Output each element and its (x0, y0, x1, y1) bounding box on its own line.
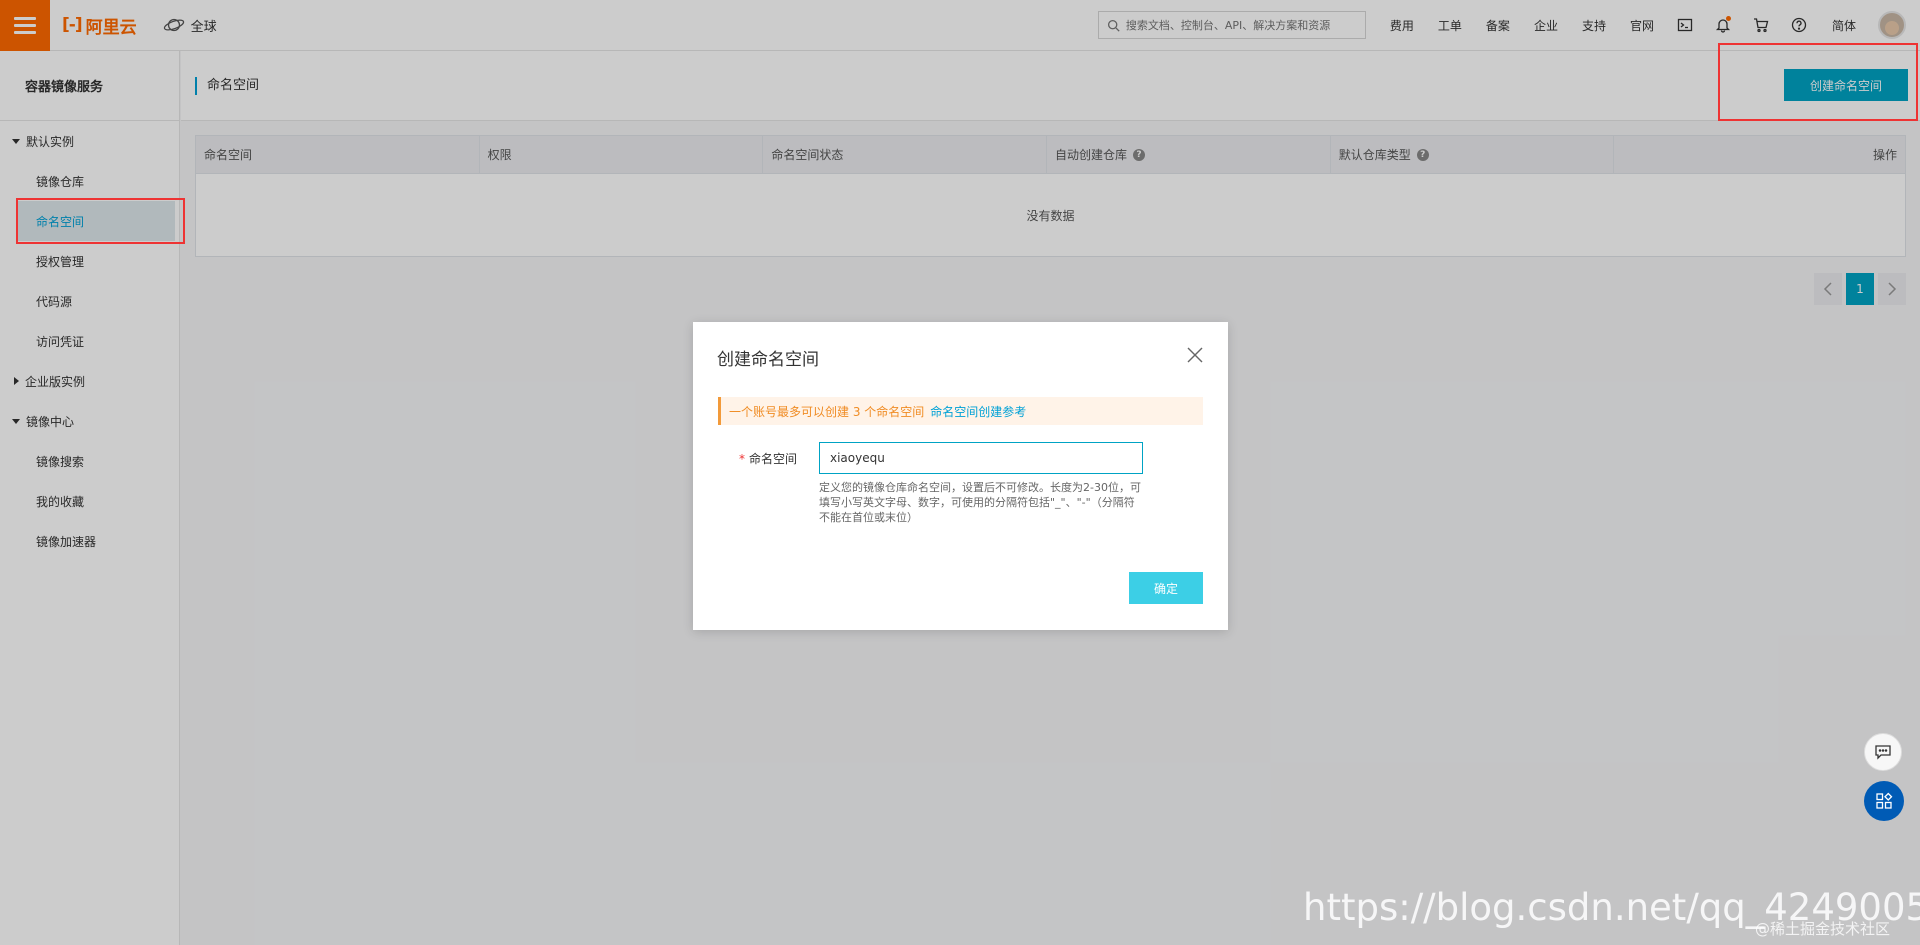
chat-icon (1875, 745, 1891, 760)
required-asterisk: * (739, 452, 745, 466)
highlight-box-create-button (1718, 43, 1918, 121)
dialog-title: 创建命名空间 (717, 350, 819, 370)
field-label-text: 命名空间 (749, 452, 798, 466)
create-namespace-dialog: 创建命名空间 一个账号最多可以创建 3 个命名空间 命名空间创建参考 * 命名空间… (693, 322, 1228, 630)
namespace-field-label: * 命名空间 (739, 450, 797, 467)
namespace-name-input[interactable] (819, 442, 1143, 474)
watermark-sub: @稀土掘金技术社区 (1755, 920, 1891, 938)
apps-float-button[interactable] (1864, 781, 1904, 821)
grid-apps-icon (1876, 792, 1893, 809)
namespace-limit-notice: 一个账号最多可以创建 3 个命名空间 命名空间创建参考 (718, 397, 1203, 425)
notice-text: 一个账号最多可以创建 3 个命名空间 (729, 404, 925, 419)
highlight-box-namespace-item (16, 198, 185, 244)
chat-float-button[interactable] (1864, 733, 1902, 771)
close-icon[interactable] (1186, 346, 1204, 364)
namespace-reference-link[interactable]: 命名空间创建参考 (930, 403, 1026, 420)
confirm-button[interactable]: 确定 (1129, 572, 1203, 604)
namespace-field-hint: 定义您的镜像仓库命名空间，设置后不可修改。长度为2-30位，可填写小写英文字母、… (819, 481, 1141, 524)
